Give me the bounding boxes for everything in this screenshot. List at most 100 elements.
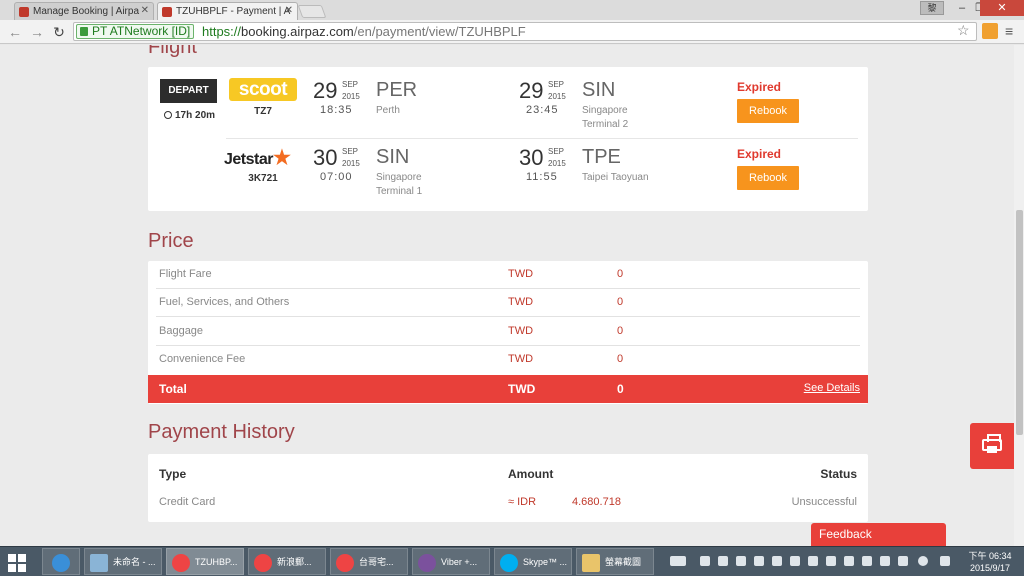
payment-history-card: Type Amount Status Credit Card ≈ IDR 4.6…	[148, 454, 868, 522]
payment-history-title: Payment History	[148, 421, 295, 443]
dep-airport-code: SIN	[376, 146, 410, 168]
depart-badge: DEPART	[160, 79, 217, 103]
url-text[interactable]: https://booking.airpaz.com/en/payment/vi…	[202, 25, 526, 39]
taskbar-item[interactable]: Viber +...	[412, 548, 490, 575]
url-path: /en/payment/view/TZUHBPLF	[353, 24, 526, 39]
total-label: Total	[159, 382, 187, 396]
tray-icon[interactable]	[736, 556, 746, 566]
taskbar-item[interactable]: TZUHBP...	[166, 548, 244, 575]
price-row: Flight Fare TWD 0	[156, 261, 860, 289]
tray-icon[interactable]	[808, 556, 818, 566]
flight-code: 3K721	[248, 173, 278, 184]
reload-icon[interactable]: ↻	[51, 23, 67, 41]
tray-icon[interactable]	[718, 556, 728, 566]
chrome-menu-icon[interactable]: ≡	[1005, 23, 1013, 39]
back-icon[interactable]: ←	[7, 23, 23, 41]
tray-icon[interactable]	[790, 556, 800, 566]
segment-divider	[226, 138, 858, 139]
arr-time: 11:55	[526, 171, 558, 183]
url-host: booking.airpaz.com	[241, 24, 354, 39]
jetstar-star-icon: ★	[272, 147, 291, 169]
tab-title: Manage Booking | Airpa	[33, 6, 140, 17]
scoot-logo: scoot	[229, 78, 297, 101]
arr-terminal: Terminal 2	[582, 119, 629, 130]
tray-icon[interactable]	[844, 556, 854, 566]
arr-month: SEP	[548, 80, 565, 89]
price-currency: TWD	[508, 268, 534, 280]
dep-year: 2015	[342, 159, 360, 168]
taskbar-item[interactable]: 台哥宅...	[330, 548, 408, 575]
price-amount: 0	[617, 268, 624, 280]
price-label: Flight Fare	[159, 268, 212, 280]
arr-month: SEP	[548, 147, 565, 156]
amount-header: Amount	[508, 467, 554, 481]
clock-time: 下午 06:34	[968, 551, 1012, 561]
windows-start-icon[interactable]	[8, 554, 26, 572]
rebook-button[interactable]: Rebook	[737, 99, 799, 123]
tab-manage-booking[interactable]: Manage Booking | Airpa ✕	[14, 2, 154, 20]
status-expired: Expired	[737, 147, 782, 161]
security-label: PT ATNetwork [ID]	[92, 24, 191, 38]
tab-close-icon[interactable]: ✕	[285, 5, 293, 16]
arr-year: 2015	[548, 92, 566, 101]
dep-day: 29	[313, 78, 338, 103]
address-bar[interactable]: PT ATNetwork [ID] https://booking.airpaz…	[73, 22, 977, 41]
close-circle-icon[interactable]	[918, 556, 928, 566]
price-currency: TWD	[508, 353, 534, 365]
notepad-icon	[90, 554, 108, 572]
dep-airport-code: PER	[376, 79, 418, 101]
price-label: Convenience Fee	[159, 353, 246, 365]
signal-icon[interactable]	[880, 556, 890, 566]
scrollbar-thumb[interactable]	[1016, 210, 1023, 435]
page-scrollbar[interactable]	[1014, 45, 1024, 546]
see-details-link[interactable]: See Details	[804, 382, 860, 394]
clock-date: 2015/9/17	[969, 563, 1011, 573]
ie-taskbar-button[interactable]	[42, 548, 80, 575]
tray-icon[interactable]	[772, 556, 782, 566]
close-window-icon[interactable]: ✕	[980, 0, 1024, 16]
price-amount: 0	[617, 296, 624, 308]
profile-badge[interactable]: 黎	[920, 1, 944, 15]
volume-icon[interactable]	[898, 556, 908, 566]
arr-airport-code: TPE	[582, 146, 621, 168]
security-indicator[interactable]: PT ATNetwork [ID]	[76, 24, 195, 39]
windows-taskbar: 未命名 - ... TZUHBP... 新浪郵... 台哥宅... Viber …	[0, 546, 1024, 576]
price-card: Flight Fare TWD 0 Fuel, Services, and Ot…	[148, 261, 868, 404]
total-currency: TWD	[508, 382, 536, 396]
payment-currency: ≈ IDR	[508, 496, 537, 508]
tray-icon[interactable]	[700, 556, 710, 566]
taskbar-item[interactable]: 螢幕截圖	[576, 548, 654, 575]
arr-city: Singapore	[582, 105, 628, 116]
extension-icon[interactable]	[982, 23, 998, 39]
arr-year: 2015	[548, 159, 566, 168]
feedback-button[interactable]: Feedback	[811, 523, 946, 546]
ime-icon[interactable]	[940, 556, 950, 566]
taskbar-item[interactable]: 新浪郵...	[248, 548, 326, 575]
battery-icon[interactable]	[862, 556, 872, 566]
system-clock[interactable]: 下午 06:34 2015/9/17	[966, 550, 1014, 574]
total-amount: 0	[617, 382, 624, 396]
tray-icon[interactable]	[754, 556, 764, 566]
airpaz-favicon-icon	[162, 7, 172, 17]
tab-close-icon[interactable]: ✕	[141, 5, 149, 16]
print-button[interactable]	[970, 423, 1014, 469]
taskbar-item[interactable]: Skype™ ...	[494, 548, 572, 575]
bookmark-star-icon[interactable]: ☆	[957, 22, 970, 38]
tray-icon[interactable]	[826, 556, 836, 566]
tab-payment[interactable]: TZUHBPLF - Payment | A ✕	[157, 2, 298, 20]
taskbar-item[interactable]: 未命名 - ...	[84, 548, 162, 575]
rebook-button[interactable]: Rebook	[737, 166, 799, 190]
viber-icon	[418, 554, 436, 572]
price-section-title: Price	[148, 230, 194, 252]
page-content: Flight DEPART 17h 20m scoot TZ7 29 SEP 2…	[0, 45, 1014, 546]
type-header: Type	[159, 467, 187, 481]
keyboard-icon[interactable]	[670, 556, 686, 566]
dep-year: 2015	[342, 92, 360, 101]
payment-amount: 4.680.718	[572, 496, 621, 508]
chrome-icon	[254, 554, 272, 572]
new-tab-button[interactable]	[297, 5, 327, 18]
price-label: Baggage	[159, 325, 204, 337]
price-row: Baggage TWD 0	[156, 318, 860, 346]
forward-icon[interactable]: →	[29, 23, 45, 41]
status-expired: Expired	[737, 80, 782, 94]
